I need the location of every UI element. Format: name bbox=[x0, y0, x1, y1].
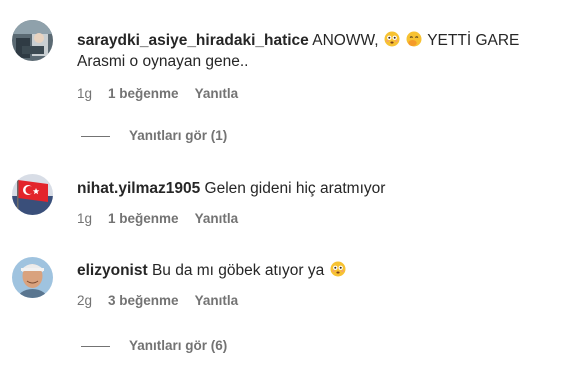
face-with-hand-over-mouth-emoji-icon bbox=[406, 31, 422, 47]
likes-count-button[interactable]: 1 beğenme bbox=[108, 211, 179, 226]
comment-text: ANOWW, bbox=[312, 32, 379, 49]
reply-button[interactable]: Yanıtla bbox=[195, 211, 239, 226]
comment-time[interactable]: 1g bbox=[77, 86, 92, 101]
avatar-photo-icon bbox=[12, 257, 53, 298]
comment-username[interactable]: elizyonist bbox=[77, 262, 148, 279]
comment-text-continued: YETTİ GARE bbox=[427, 32, 520, 49]
view-replies-button[interactable]: Yanıtları gör (6) bbox=[81, 338, 227, 353]
comment-text-line2: Arasmi o oynayan gene.. bbox=[77, 53, 249, 70]
reply-button[interactable]: Yanıtla bbox=[195, 86, 239, 101]
view-replies-label: Yanıtları gör (1) bbox=[129, 128, 228, 143]
view-replies-button[interactable]: Yanıtları gör (1) bbox=[81, 128, 227, 143]
comment-username[interactable]: nihat.yilmaz1905 bbox=[77, 180, 200, 197]
comment-username[interactable]: saraydki_asiye_hiradaki_hatice bbox=[77, 32, 309, 49]
comment-text: Bu da mı göbek atıyor ya bbox=[151, 262, 325, 279]
replies-divider-line bbox=[81, 135, 110, 137]
likes-count-button[interactable]: 3 beğenme bbox=[108, 293, 179, 308]
avatar[interactable] bbox=[12, 174, 53, 215]
reply-button[interactable]: Yanıtla bbox=[195, 293, 239, 308]
flushed-face-emoji-icon bbox=[384, 31, 400, 47]
comment-body: saraydki_asiye_hiradaki_hatice ANOWW, YE… bbox=[77, 30, 562, 72]
view-replies-label: Yanıtları gör (6) bbox=[129, 338, 228, 353]
likes-count-button[interactable]: 1 beğenme bbox=[108, 86, 179, 101]
comment-meta: 2g 3 beğenme Yanıtla bbox=[77, 293, 238, 308]
comment-text: Gelen gideni hiç aratmıyor bbox=[204, 180, 386, 197]
replies-divider-line bbox=[81, 345, 110, 347]
flushed-face-emoji-icon bbox=[330, 261, 346, 277]
comment-meta: 1g 1 beğenme Yanıtla bbox=[77, 86, 238, 101]
comment-meta: 1g 1 beğenme Yanıtla bbox=[77, 211, 238, 226]
avatar-flag-icon bbox=[12, 174, 53, 215]
comment-body: elizyonist Bu da mı göbek atıyor ya bbox=[77, 260, 562, 281]
comment-time[interactable]: 1g bbox=[77, 211, 92, 226]
avatar-image-icon bbox=[12, 20, 53, 61]
avatar[interactable] bbox=[12, 257, 53, 298]
avatar[interactable] bbox=[12, 20, 53, 61]
comment-body: nihat.yilmaz1905 Gelen gideni hiç aratmı… bbox=[77, 178, 562, 199]
comment-time[interactable]: 2g bbox=[77, 293, 92, 308]
